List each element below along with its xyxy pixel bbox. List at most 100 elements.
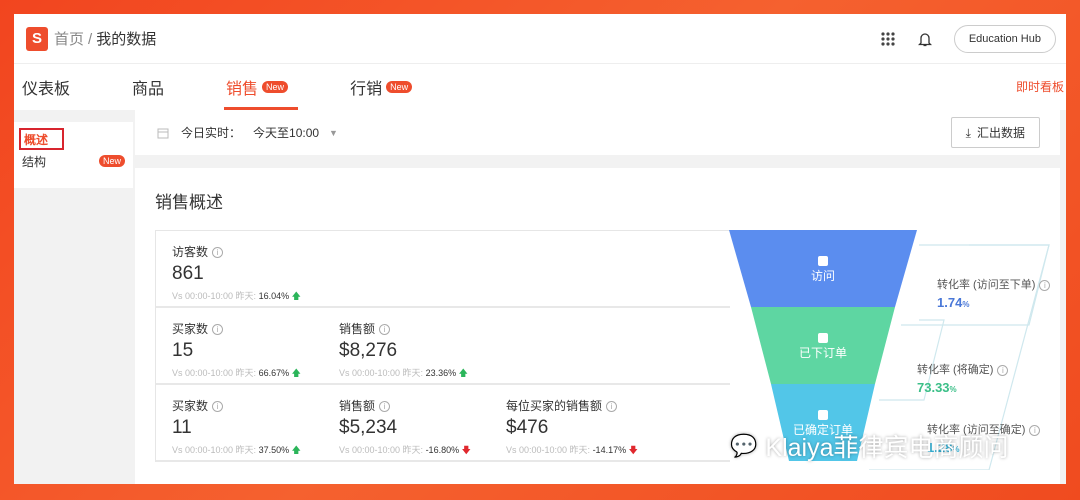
info-icon[interactable]: i [212,247,224,259]
arrow-up-icon: 🡅 [291,445,301,455]
filter-label: 今日实时： [181,126,242,140]
rate-value: 73.33 [917,380,950,395]
info-icon[interactable]: i [379,324,391,336]
arrow-down-icon: 🡇 [461,445,471,455]
metrics-row: 访客数 i 861 Vs 00:00-10:00 昨天: 16.04% 🡅 [156,231,730,308]
sidebar-item-label: 概述 [24,132,49,147]
metric-value: $476 [506,417,549,438]
date-filter-bar: 今日实时： 今天至10:00 ▼ ⤓ 汇出数据 [135,110,1060,155]
metric-label: 买家数 [172,399,209,413]
compare-label: Vs 00:00-10:00 昨天: [172,291,257,301]
info-icon[interactable]: i [997,364,1009,376]
funnel-stage-label: 已下订单 [799,346,847,360]
tab-label: 销售 [226,81,259,98]
tab-sales[interactable]: 销售 New [224,64,299,110]
metric-change: -16.80% [425,445,460,455]
tab-label: 仪表板 [22,81,71,98]
compare-label: Vs 00:00-10:00 昨天: [172,368,257,378]
tab-marketing[interactable]: 行销 New [350,64,413,110]
arrow-up-icon: 🡅 [291,368,301,378]
sidebar-item-overview[interactable]: 概述 [19,128,64,150]
chevron-down-icon[interactable]: ▼ [329,128,338,138]
metric-label: 销售额 [339,322,376,336]
order-icon [818,333,828,343]
metric-value: 861 [172,263,204,284]
rate-unit: % [962,300,970,309]
compare-label: Vs 00:00-10:00 昨天: [339,368,424,378]
app-window: S 首页 / 我的数据 Education Hub 仪表板 商品 销售 New 行销 N… [14,14,1066,484]
breadcrumb: 首页 / 我的数据 [54,28,156,49]
sidebar-item-structure[interactable]: 结构 New [14,150,133,172]
watermark-text: Klaiya菲律宾电商顾问 [765,434,1009,462]
metric-change: 16.04% [258,291,290,301]
metric-change: -14.17% [592,445,627,455]
arrow-up-icon: 🡅 [291,291,301,301]
compare-label: Vs 00:00-10:00 昨天: [339,445,424,455]
metric-change: 23.36% [425,368,457,378]
export-data-button[interactable]: ⤓ 汇出数据 [950,117,1040,148]
metric-cell: 销售额 i $5,234 Vs 00:00-10:00 昨天: -16.80% 🡇 [339,385,506,460]
export-label: 汇出数据 [976,126,1025,140]
metric-value: 15 [172,340,194,361]
info-icon[interactable]: i [212,401,224,413]
metric-label: 销售额 [339,399,376,413]
metrics-table: 访客数 i 861 Vs 00:00-10:00 昨天: 16.04% 🡅 买家数 i… [155,230,730,462]
tab-products[interactable]: 商品 [132,64,164,110]
tab-label: 商品 [132,81,165,98]
info-icon[interactable]: i [379,401,391,413]
watermark: 💬 Klaiya菲律宾电商顾问 [730,428,1009,464]
metric-value: $5,234 [339,417,398,438]
apps-grid-icon[interactable] [880,31,896,47]
metric-label: 每位买家的销售额 [506,399,603,413]
wechat-icon: 💬 [730,433,758,458]
breadcrumb-current: 我的数据 [96,31,157,48]
metric-value: $8,276 [339,340,398,361]
metric-label: 买家数 [172,322,209,336]
date-range-select[interactable]: 今天至10:00 [253,124,319,141]
shopee-logo[interactable]: S [26,26,48,51]
funnel-stage-label: 访问 [811,269,835,283]
education-hub-button[interactable]: Education Hub [953,24,1056,53]
rate-value: 1.74 [937,295,963,310]
tab-dashboard[interactable]: 仪表板 [22,64,70,110]
info-icon[interactable]: i [1029,424,1041,436]
sidebar-item-label: 结构 [22,154,47,169]
new-badge: New [386,81,413,93]
conversion-rate: 转化率 (将确定) i 73.33% [917,361,1009,395]
metric-cell: 买家数 i 11 Vs 00:00-10:00 昨天: 37.50% 🡅 [172,385,339,460]
live-board-link[interactable]: 即时看板 [1016,78,1064,95]
calendar-icon [157,128,169,138]
sidebar: 概述 结构 New [14,122,133,188]
metric-cell: 每位买家的销售额 i $476 Vs 00:00-10:00 昨天: -14.17… [506,385,673,460]
rate-unit: % [949,385,957,394]
info-icon[interactable]: i [1039,279,1051,291]
logo-letter: S [31,30,42,47]
bell-icon[interactable] [917,31,932,47]
arrow-up-icon: 🡅 [458,368,468,378]
breadcrumb-separator: / [88,31,93,48]
metric-cell: 销售额 i $8,276 Vs 00:00-10:00 昨天: 23.36% 🡅 [339,308,506,383]
breadcrumb-home[interactable]: 首页 [54,31,84,48]
metric-change: 66.67% [258,368,290,378]
metric-value: 11 [172,417,192,438]
metric-cell: 访客数 i 861 Vs 00:00-10:00 昨天: 16.04% 🡅 [172,231,339,306]
metrics-row: 买家数 i 11 Vs 00:00-10:00 昨天: 37.50% 🡅 销售额 i … [156,385,730,462]
compare-label: Vs 00:00-10:00 昨天: [172,445,257,455]
metrics-row: 买家数 i 15 Vs 00:00-10:00 昨天: 66.67% 🡅 销售额 i … [156,308,730,385]
rate-label: 转化率 (访问至下单) [937,279,1036,291]
conversion-rate: 转化率 (访问至下单) i 1.74% [937,276,1051,310]
new-badge: New [98,155,125,167]
rate-label: 转化率 (将确定) [917,364,994,376]
top-header: S 首页 / 我的数据 Education Hub [14,14,1066,64]
metric-label: 访客数 [172,245,209,259]
compare-label: Vs 00:00-10:00 昨天: [506,445,591,455]
wallet-icon [818,410,828,420]
metric-change: 37.50% [258,445,290,455]
section-title: 销售概述 [155,193,223,212]
info-icon[interactable]: i [606,401,618,413]
main-tabs: 仪表板 商品 销售 New 行销 New [14,64,1066,110]
metric-cell: 买家数 i 15 Vs 00:00-10:00 昨天: 66.67% 🡅 [172,308,339,383]
info-icon[interactable]: i [212,324,224,336]
new-badge: New [262,81,289,93]
download-icon: ⤓ [965,126,971,140]
